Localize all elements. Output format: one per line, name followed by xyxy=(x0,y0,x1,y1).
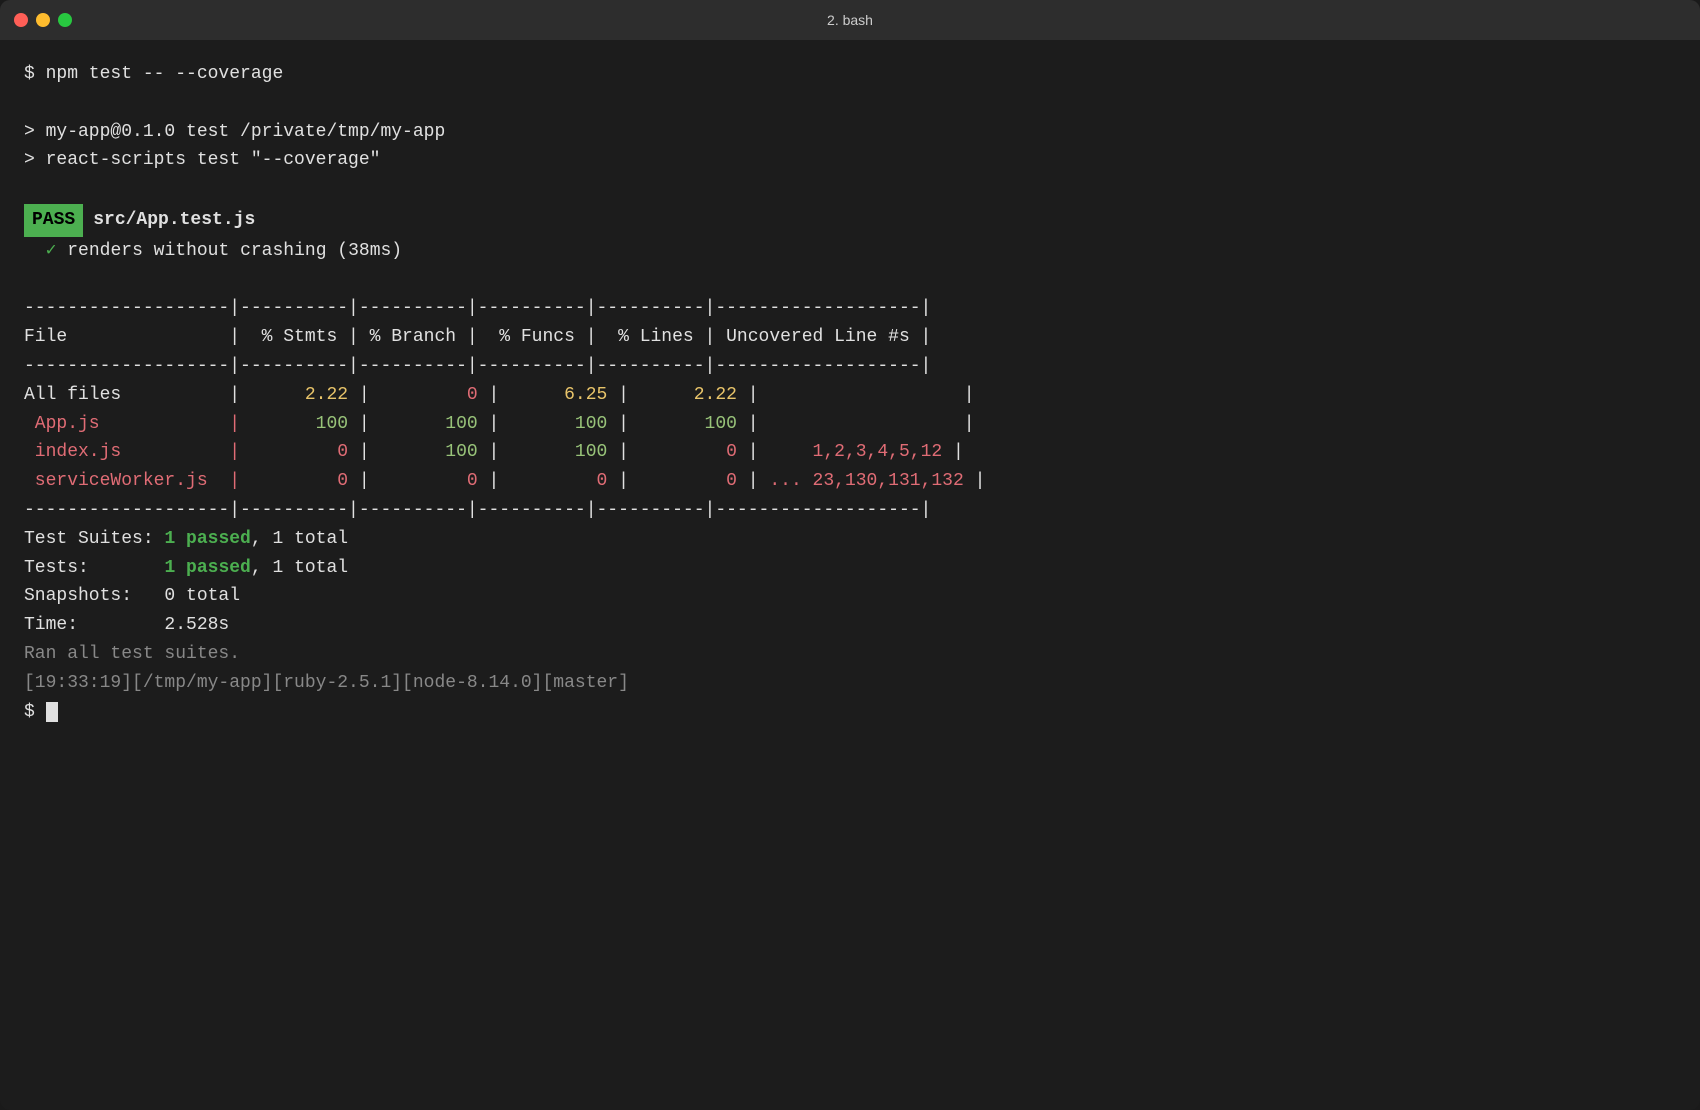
terminal-window: 2. bash $ npm test -- --coverage > my-ap… xyxy=(0,0,1700,1110)
row-indexjs: index.js | 0 | 100 | 100 | 0 | 1,2,3,4,5… xyxy=(24,442,964,462)
row-serviceworker: serviceWorker.js | 0 | 0 | 0 | 0 | ... 2… xyxy=(24,471,985,491)
ran-all-suites: Ran all test suites. xyxy=(24,644,240,664)
titlebar: 2. bash xyxy=(0,0,1700,40)
cursor xyxy=(46,702,58,722)
summary-suites: Test Suites: 1 passed, 1 total xyxy=(24,529,348,549)
final-prompt: $ xyxy=(24,702,58,722)
check-text: renders without crashing (38ms) xyxy=(56,241,402,261)
command-line: $ npm test -- --coverage xyxy=(24,64,283,84)
close-button[interactable] xyxy=(14,13,28,27)
row-appjs: App.js | 100 | 100 | 100 | 100 | | xyxy=(24,414,975,434)
terminal-body[interactable]: $ npm test -- --coverage > my-app@0.1.0 … xyxy=(0,40,1700,1110)
maximize-button[interactable] xyxy=(58,13,72,27)
row-all-files: All files | 2.22 | 0 | 6.25 | 2.22 | | xyxy=(24,385,975,405)
separator-bottom: -------------------|----------|---------… xyxy=(24,500,931,520)
summary-snapshots: Snapshots: 0 total xyxy=(24,586,240,606)
summary-tests: Tests: 1 passed, 1 total xyxy=(24,558,348,578)
window-title: 2. bash xyxy=(827,12,873,28)
pass-badge: PASS xyxy=(24,204,83,237)
separator-top: -------------------|----------|---------… xyxy=(24,298,931,318)
separator-mid: -------------------|----------|---------… xyxy=(24,356,931,376)
check-mark: ✓ xyxy=(46,241,57,261)
summary-time: Time: 2.528s xyxy=(24,615,229,635)
output-line-2: > react-scripts test "--coverage" xyxy=(24,150,380,170)
output-line-1: > my-app@0.1.0 test /private/tmp/my-app xyxy=(24,122,445,142)
pass-file: src/App.test.js xyxy=(93,210,255,230)
table-header: File | % Stmts | % Branch | % Funcs | % … xyxy=(24,327,931,347)
traffic-lights xyxy=(14,13,72,27)
prompt-info: [19:33:19][/tmp/my-app][ruby-2.5.1][node… xyxy=(24,673,629,693)
minimize-button[interactable] xyxy=(36,13,50,27)
terminal-content: $ npm test -- --coverage > my-app@0.1.0 … xyxy=(24,60,1676,726)
